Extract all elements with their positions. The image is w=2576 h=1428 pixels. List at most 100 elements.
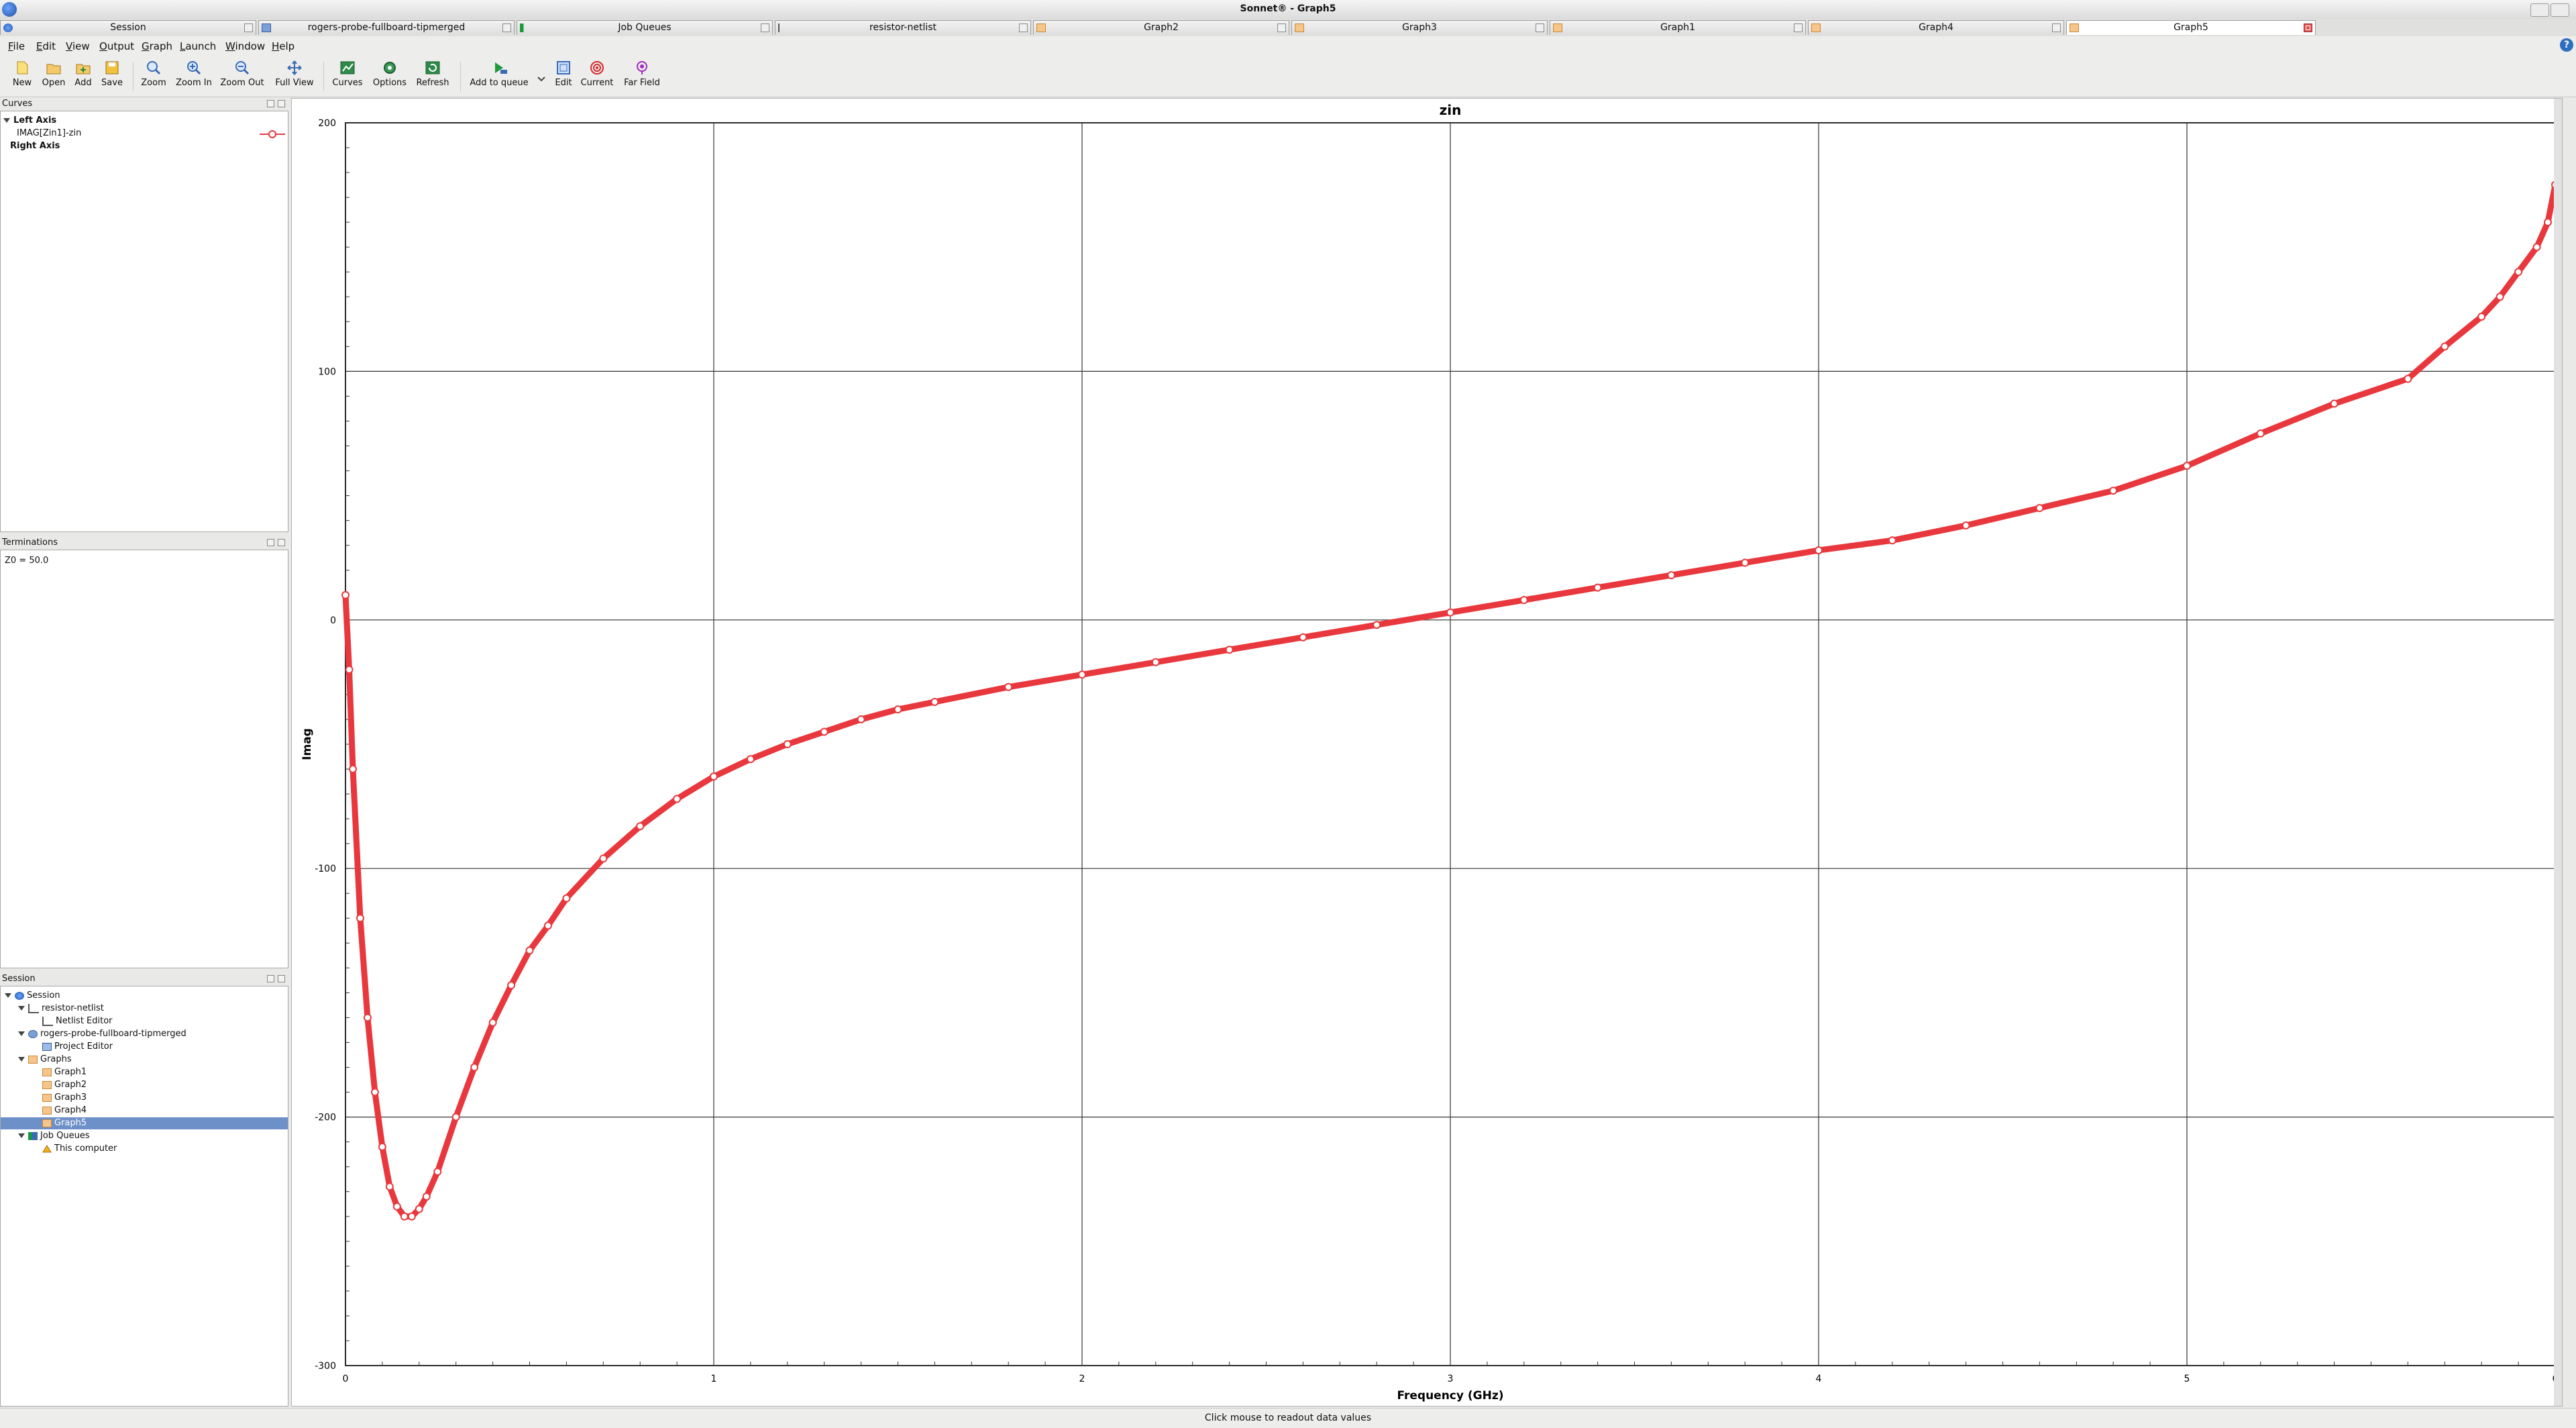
menu-graph[interactable]: Graph: [142, 40, 172, 52]
tab-project[interactable]: rogers-probe-fullboard-tipmerged: [258, 20, 515, 35]
tab-graph1[interactable]: Graph1: [1550, 20, 1806, 35]
data-point-marker: [407, 1212, 416, 1221]
close-tab-icon[interactable]: [1794, 23, 1803, 32]
menu-launch[interactable]: Launch: [180, 40, 216, 52]
add-to-queue-icon: [491, 60, 507, 75]
expand-triangle-icon[interactable]: [18, 1031, 25, 1036]
graph-canvas[interactable]: 0123456-300-200-1000100200zinFrequency (…: [291, 98, 2563, 1407]
tree-label: Graphs: [40, 1054, 72, 1064]
add-folder-icon: [75, 60, 91, 75]
panel-float-icon[interactable]: [267, 975, 274, 982]
refresh-button[interactable]: Refresh: [412, 60, 453, 95]
right-axis-node[interactable]: Right Axis: [10, 141, 60, 151]
tab-graph3[interactable]: Graph3: [1291, 20, 1548, 35]
tree-item-graph3[interactable]: Graph3: [42, 1092, 87, 1103]
expand-triangle-icon[interactable]: [18, 1006, 25, 1011]
data-point-marker: [2532, 243, 2541, 252]
panel-float-icon[interactable]: [267, 539, 274, 546]
session-icon: [15, 991, 24, 1000]
tab-resistor-netlist[interactable]: resistor-netlist: [775, 20, 1031, 35]
tab-graph5[interactable]: Graph5: [2066, 20, 2316, 35]
curves-button[interactable]: Curves: [329, 60, 366, 95]
tab-session[interactable]: Session: [0, 20, 256, 35]
save-icon: [104, 60, 120, 75]
tree-item-graph1[interactable]: Graph1: [42, 1067, 87, 1077]
close-tab-icon[interactable]: [502, 23, 511, 32]
panel-close-icon[interactable]: [278, 539, 285, 546]
options-button[interactable]: Options: [370, 60, 409, 95]
far-field-button[interactable]: Far Field: [619, 60, 665, 95]
zoom-button[interactable]: Zoom: [137, 60, 170, 95]
tree-item-this-computer[interactable]: This computer: [42, 1143, 117, 1154]
tree-item-project-editor[interactable]: Project Editor: [42, 1041, 113, 1052]
tree-item-project[interactable]: rogers-probe-fullboard-tipmerged: [18, 1029, 186, 1039]
curve-item[interactable]: IMAG[Zin1]-zin: [17, 128, 81, 138]
zoom-out-button[interactable]: Zoom Out: [217, 60, 267, 95]
x-axis-label: Frequency (GHz): [1397, 1389, 1503, 1402]
panel-float-icon[interactable]: [267, 100, 274, 107]
zin-chart[interactable]: 0123456-300-200-1000100200zinFrequency (…: [292, 99, 2562, 1406]
data-point-marker: [562, 894, 571, 903]
tree-item-resistor-netlist[interactable]: resistor-netlist: [18, 1003, 104, 1013]
data-point-marker: [1741, 558, 1750, 567]
tree-label: Graph5: [54, 1118, 87, 1128]
tab-job-queues[interactable]: Job Queues: [517, 20, 773, 35]
current-button[interactable]: Current: [578, 60, 616, 95]
data-point-marker: [525, 946, 534, 955]
expand-triangle-icon[interactable]: [5, 993, 11, 998]
menu-file[interactable]: File: [8, 40, 25, 52]
tree-item-netlist-editor[interactable]: Netlist Editor: [42, 1016, 113, 1026]
data-point-marker: [341, 591, 350, 599]
data-point-marker: [636, 822, 645, 831]
add-button[interactable]: Add: [70, 60, 97, 95]
zoom-in-button[interactable]: Zoom In: [173, 60, 215, 95]
expand-triangle-icon[interactable]: [18, 1057, 25, 1062]
maximize-button[interactable]: [2551, 3, 2569, 17]
tree-item-graph2[interactable]: Graph2: [42, 1080, 87, 1090]
tree-label: Job Queues: [40, 1131, 90, 1141]
add-to-queue-button[interactable]: Add to queue: [467, 60, 531, 95]
menu-help[interactable]: Help: [272, 40, 294, 52]
new-button[interactable]: New: [8, 60, 36, 95]
toolbar: New Open Add Save Zoom Zoom In Zoom Out …: [0, 55, 2576, 97]
panel-close-icon[interactable]: [278, 975, 285, 982]
minimize-button[interactable]: [2530, 3, 2549, 17]
open-button[interactable]: Open: [39, 60, 68, 95]
tree-item-graphs[interactable]: Graphs: [18, 1054, 72, 1064]
expand-triangle-icon[interactable]: [18, 1133, 25, 1138]
help-icon[interactable]: ?: [2560, 38, 2573, 52]
edit-button[interactable]: Edit: [550, 60, 577, 95]
panel-close-icon[interactable]: [278, 100, 285, 107]
close-tab-icon[interactable]: [2052, 23, 2061, 32]
close-tab-icon[interactable]: [2304, 23, 2312, 32]
menu-window[interactable]: Window: [225, 40, 265, 52]
expand-triangle-icon[interactable]: [3, 118, 10, 123]
tab-graph4[interactable]: Graph4: [1808, 20, 2064, 35]
graph-icon: [2070, 23, 2079, 32]
close-tab-icon[interactable]: [244, 23, 253, 32]
curve-label: IMAG[Zin1]-zin: [17, 128, 82, 138]
tab-graph2[interactable]: Graph2: [1033, 20, 1289, 35]
curve-legend-marker-icon: [260, 129, 285, 142]
full-view-button[interactable]: Full View: [271, 60, 318, 95]
save-button[interactable]: Save: [98, 60, 126, 95]
close-tab-icon[interactable]: [1277, 23, 1286, 32]
close-tab-icon[interactable]: [761, 23, 769, 32]
vertical-scrollbar[interactable]: [2554, 99, 2562, 1406]
data-point-marker: [370, 1088, 379, 1096]
tree-item-job-queues[interactable]: Job Queues: [18, 1131, 90, 1141]
tree-item-graph5-selected[interactable]: Graph5: [1, 1117, 288, 1129]
menu-output[interactable]: Output: [99, 40, 134, 52]
close-tab-icon[interactable]: [1019, 23, 1028, 32]
tree-item-graph4[interactable]: Graph4: [42, 1105, 87, 1115]
menu-view[interactable]: View: [66, 40, 90, 52]
queue-dropdown-chevron-icon[interactable]: [537, 72, 546, 85]
data-point-marker: [599, 854, 608, 863]
left-axis-node[interactable]: Left Axis: [3, 115, 56, 125]
window-title: Sonnet® - Graph5: [1240, 3, 1336, 14]
menu-edit[interactable]: Edit: [36, 40, 56, 52]
data-point-marker: [392, 1202, 401, 1211]
close-tab-icon[interactable]: [1536, 23, 1544, 32]
tree-item-session[interactable]: Session: [5, 990, 60, 1001]
x-tick-label: 1: [711, 1374, 717, 1384]
